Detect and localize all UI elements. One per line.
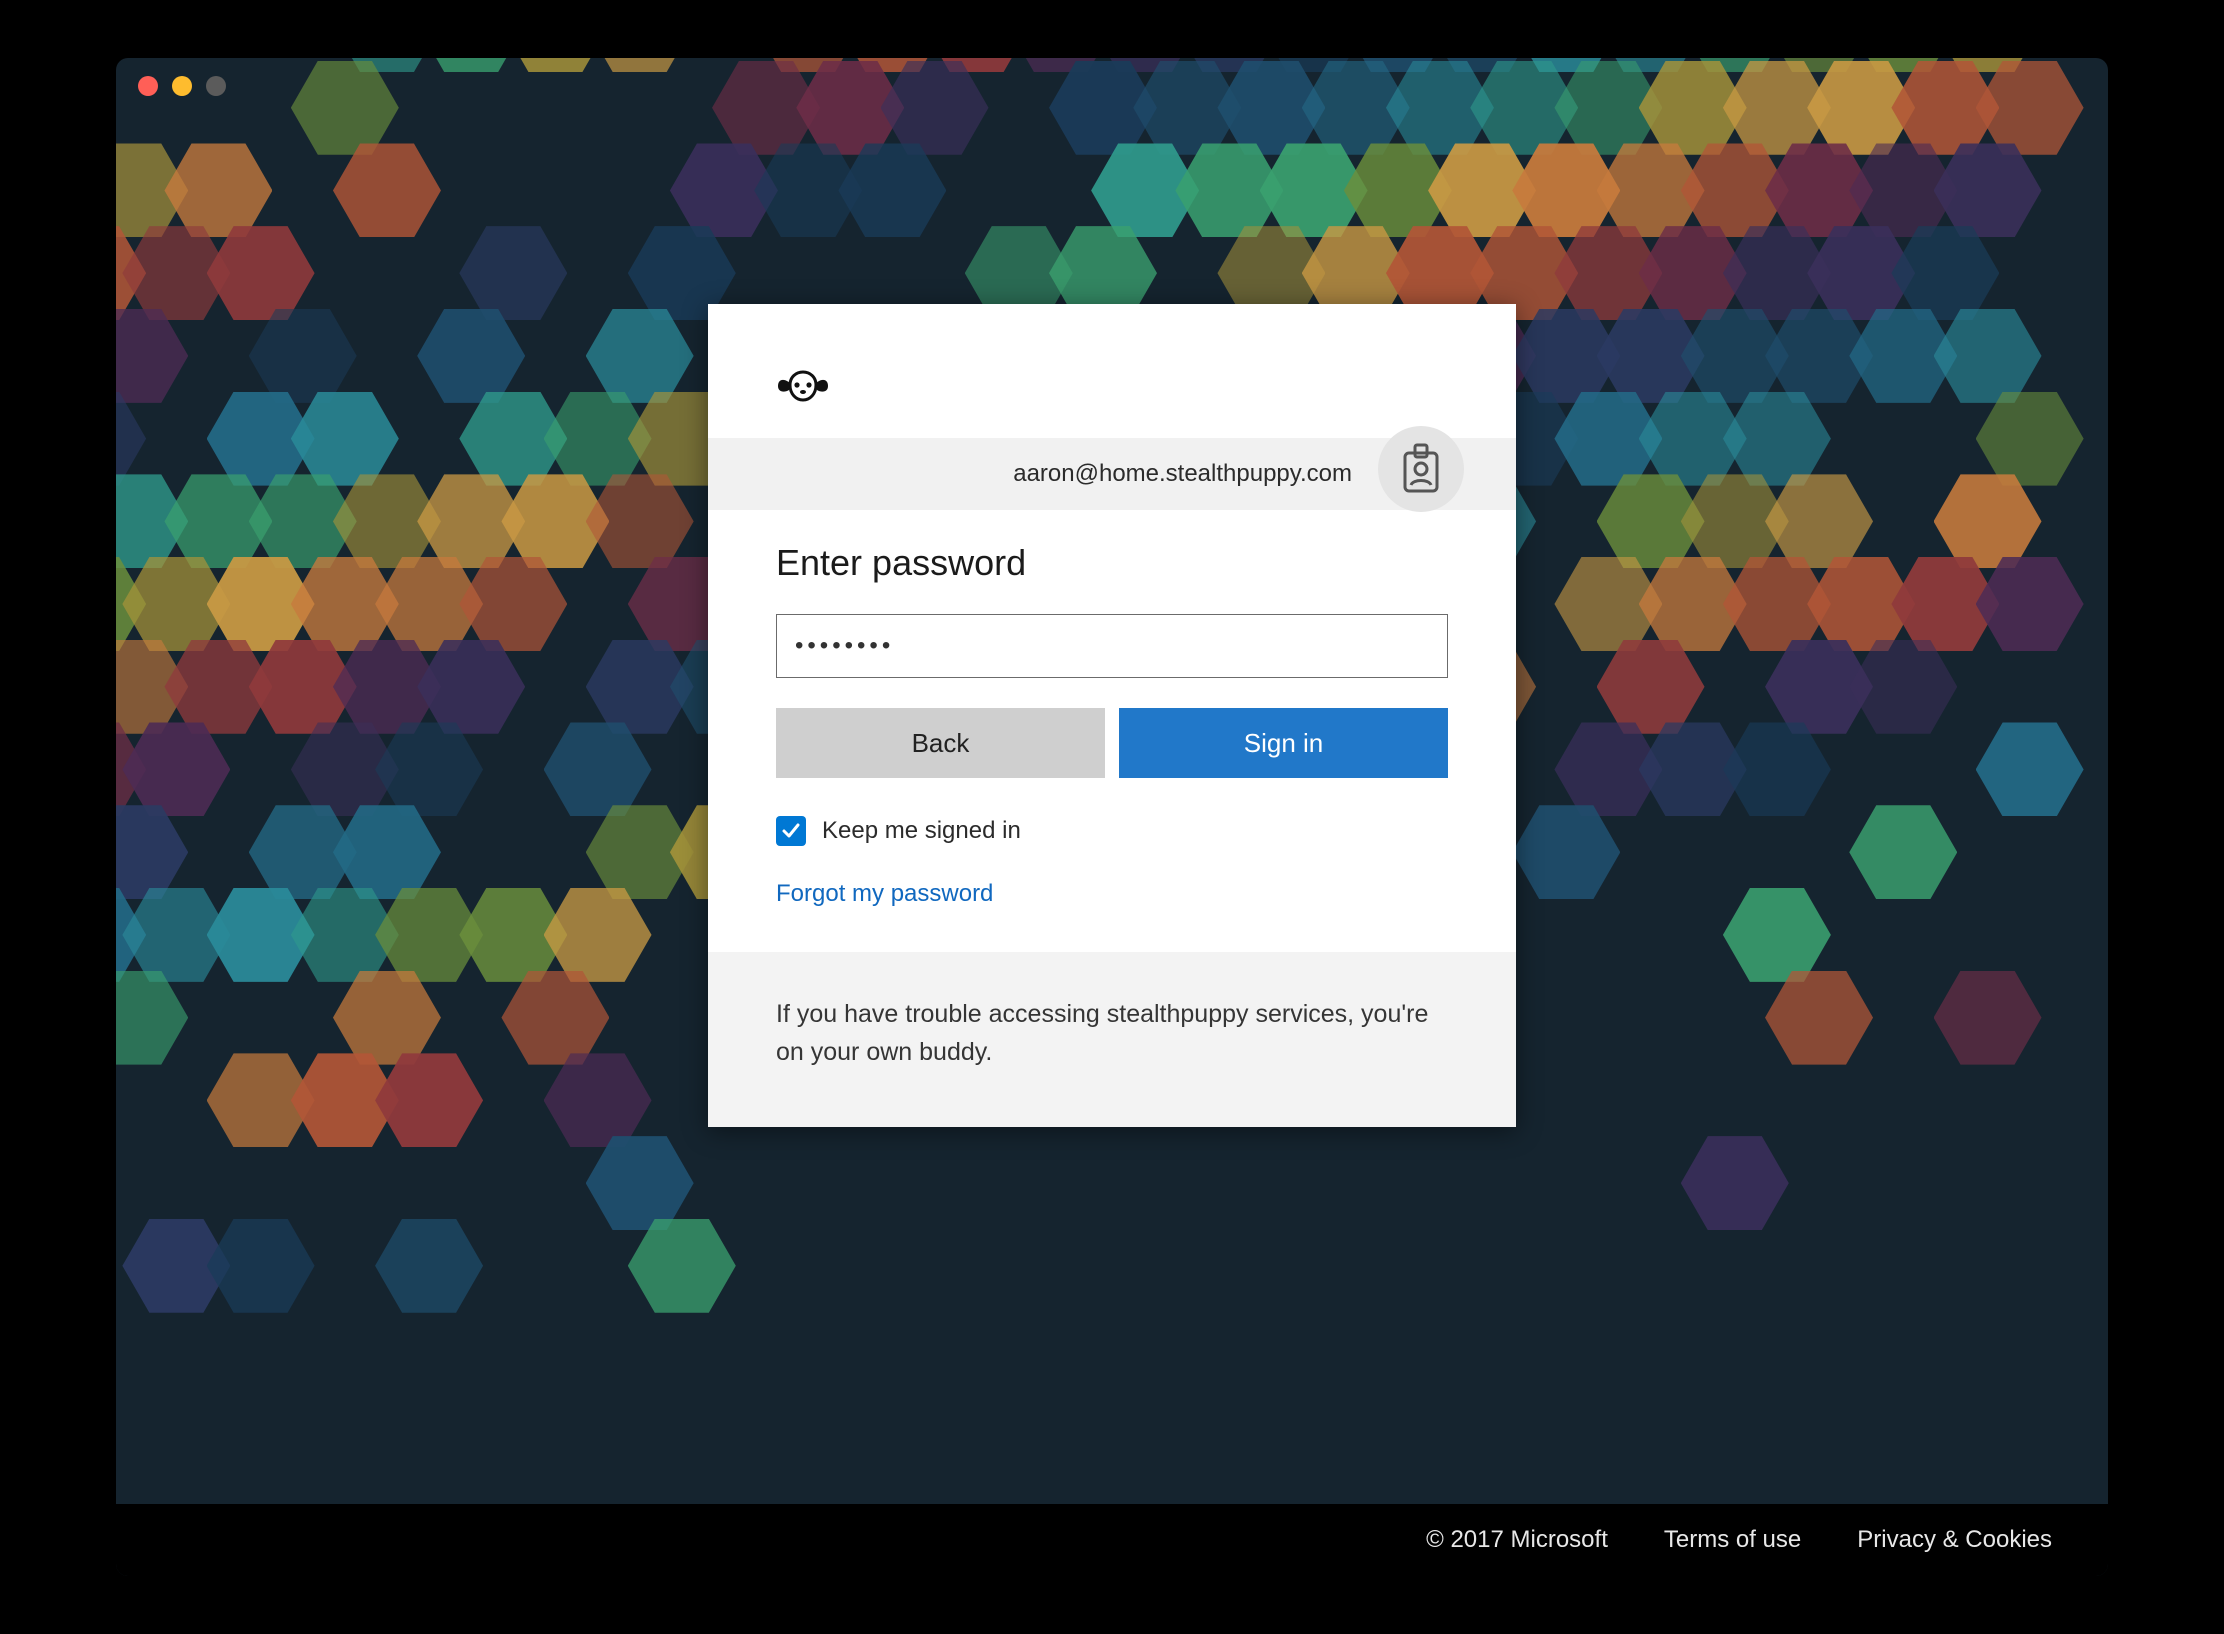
login-card: aaron@home.stealthpuppy.com Enter passwo… <box>708 304 1516 1127</box>
close-window-button[interactable] <box>138 76 158 96</box>
forgot-password-link[interactable]: Forgot my password <box>776 880 993 908</box>
card-body: Enter password Back Sign in Keep me sign… <box>708 510 1516 952</box>
maximize-window-button-disabled <box>206 76 226 96</box>
id-badge-icon <box>1378 426 1464 512</box>
back-button[interactable]: Back <box>776 708 1105 778</box>
privacy-cookies-link[interactable]: Privacy & Cookies <box>1857 1526 2052 1554</box>
keep-signed-in-label: Keep me signed in <box>822 817 1021 845</box>
card-header <box>708 304 1516 438</box>
help-footer: If you have trouble accessing stealthpup… <box>708 952 1516 1127</box>
minimize-window-button[interactable] <box>172 76 192 96</box>
sign-in-button[interactable]: Sign in <box>1119 708 1448 778</box>
app-window: aaron@home.stealthpuppy.com Enter passwo… <box>116 58 2108 1576</box>
account-email: aaron@home.stealthpuppy.com <box>1013 460 1352 488</box>
page-title: Enter password <box>776 542 1448 584</box>
keep-signed-in-row: Keep me signed in <box>776 816 1448 846</box>
password-input[interactable] <box>776 614 1448 678</box>
window-controls <box>138 76 226 96</box>
button-row: Back Sign in <box>776 708 1448 778</box>
keep-signed-in-checkbox[interactable] <box>776 816 806 846</box>
terms-of-use-link[interactable]: Terms of use <box>1664 1526 1801 1554</box>
puppy-logo-icon <box>776 368 1448 410</box>
footer-bar: © 2017 Microsoft Terms of use Privacy & … <box>116 1504 2108 1576</box>
copyright-text: © 2017 Microsoft <box>1426 1526 1608 1554</box>
account-row: aaron@home.stealthpuppy.com <box>708 438 1516 510</box>
